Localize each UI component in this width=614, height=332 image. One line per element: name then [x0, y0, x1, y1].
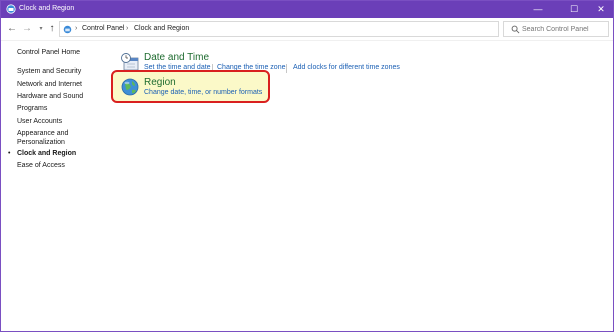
region-title[interactable]: Region [144, 77, 176, 88]
header-divider [1, 40, 613, 41]
add-clocks-link[interactable]: Add clocks for different time zones [293, 64, 400, 71]
search-box[interactable] [503, 21, 609, 37]
sidebar-item-hardware-and-sound[interactable]: Hardware and Sound [17, 93, 83, 100]
globe-icon[interactable] [120, 77, 140, 97]
current-item-bullet: • [8, 150, 11, 157]
sidebar-item-clock-and-region: Clock and Region [17, 150, 77, 157]
sidebar-item-ease-of-access[interactable]: Ease of Access [17, 162, 65, 169]
sidebar-item-network-and-internet[interactable]: Network and Internet [17, 81, 82, 88]
control-panel-icon [63, 25, 72, 34]
back-button[interactable]: ← [6, 22, 18, 36]
navigation-bar: ← → ▾ ↑ › Control Panel › Clock and Regi… [1, 18, 613, 40]
title-bar[interactable]: Clock and Region — ☐ ✕ [1, 1, 613, 18]
close-button[interactable]: ✕ [588, 1, 614, 18]
address-bar[interactable]: › Control Panel › Clock and Region ▾ ↻ [59, 21, 546, 37]
forward-button[interactable]: → [21, 22, 33, 36]
breadcrumb-control-panel[interactable]: Control Panel [82, 25, 124, 32]
up-button[interactable]: ↑ [46, 22, 58, 36]
sidebar-item-appearance-and-personalization-line2[interactable]: Personalization [17, 139, 65, 146]
sidebar-item-control-panel-home[interactable]: Control Panel Home [17, 49, 80, 56]
maximize-button[interactable]: ☐ [561, 1, 587, 18]
search-icon [511, 25, 520, 34]
minimize-button[interactable]: — [525, 1, 551, 18]
date-and-time-title[interactable]: Date and Time [144, 52, 209, 63]
window-title: Clock and Region [19, 5, 75, 12]
sidebar-item-programs[interactable]: Programs [17, 105, 47, 112]
sidebar-item-user-accounts[interactable]: User Accounts [17, 118, 62, 125]
clock-calendar-icon[interactable] [120, 52, 140, 72]
task-separator [286, 64, 287, 73]
change-formats-link[interactable]: Change date, time, or number formats [144, 89, 262, 96]
sidebar-item-appearance-and-personalization[interactable]: Appearance and [17, 130, 68, 137]
breadcrumb-separator: › [126, 25, 129, 32]
control-panel-icon [6, 4, 16, 14]
search-input[interactable] [522, 23, 606, 35]
control-panel-window: Clock and Region — ☐ ✕ ← → ▾ ↑ › Control… [0, 0, 614, 332]
breadcrumb-clock-and-region[interactable]: Clock and Region [134, 25, 189, 32]
breadcrumb-separator: › [75, 25, 78, 32]
sidebar-item-system-and-security[interactable]: System and Security [17, 68, 81, 75]
